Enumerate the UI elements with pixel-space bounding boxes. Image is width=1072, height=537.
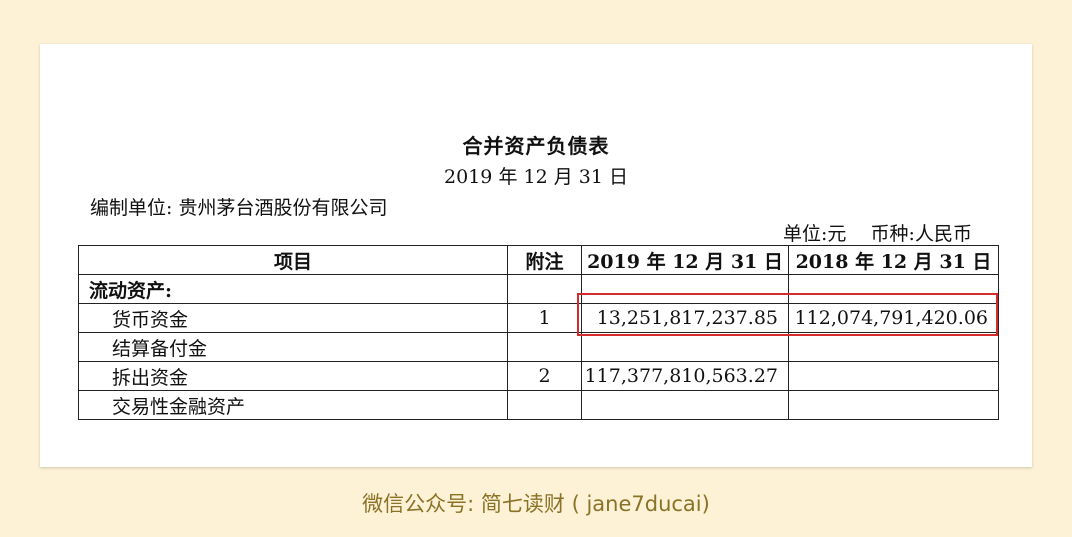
- table-header-row: 项目 附注 2019 年 12 月 31 日 2018 年 12 月 31 日: [78, 245, 999, 275]
- row-2018: [788, 332, 999, 362]
- row-2018: [788, 361, 999, 391]
- header-item: 项目: [78, 245, 508, 275]
- header-2019: 2019 年 12 月 31 日: [581, 245, 789, 275]
- row-item: 拆出资金: [78, 361, 508, 391]
- row-item: 货币资金: [78, 303, 508, 333]
- row-item: 交易性金融资产: [78, 390, 508, 420]
- row-item: 流动资产:: [78, 274, 508, 304]
- row-2019: [581, 332, 789, 362]
- row-2019: 117,377,810,563.27: [581, 361, 789, 391]
- row-note: 2: [507, 361, 582, 391]
- row-2018: [788, 390, 999, 420]
- row-note: [507, 274, 582, 304]
- table-row: 拆出资金 2 117,377,810,563.27: [78, 361, 999, 391]
- row-note: 1: [507, 303, 582, 333]
- document-page: 合并资产负债表 2019 年 12 月 31 日 编制单位: 贵州茅台酒股份有限…: [40, 44, 1032, 467]
- highlight-box: [577, 293, 998, 336]
- header-note: 附注: [507, 245, 582, 275]
- row-note: [507, 390, 582, 420]
- document-title: 合并资产负债表: [462, 134, 610, 158]
- row-2019: [581, 390, 789, 420]
- header-2018: 2018 年 12 月 31 日: [788, 245, 999, 275]
- row-note: [507, 332, 582, 362]
- unit-currency-label: 单位:元 币种:人民币: [783, 223, 972, 245]
- table-row: 交易性金融资产: [78, 390, 999, 420]
- row-item: 结算备付金: [78, 332, 508, 362]
- document-date: 2019 年 12 月 31 日: [444, 166, 628, 188]
- footer-credit: 微信公众号: 简七读财 ( jane7ducai): [362, 492, 710, 516]
- company-label: 编制单位: 贵州茅台酒股份有限公司: [90, 197, 388, 219]
- table-row: 结算备付金: [78, 332, 999, 362]
